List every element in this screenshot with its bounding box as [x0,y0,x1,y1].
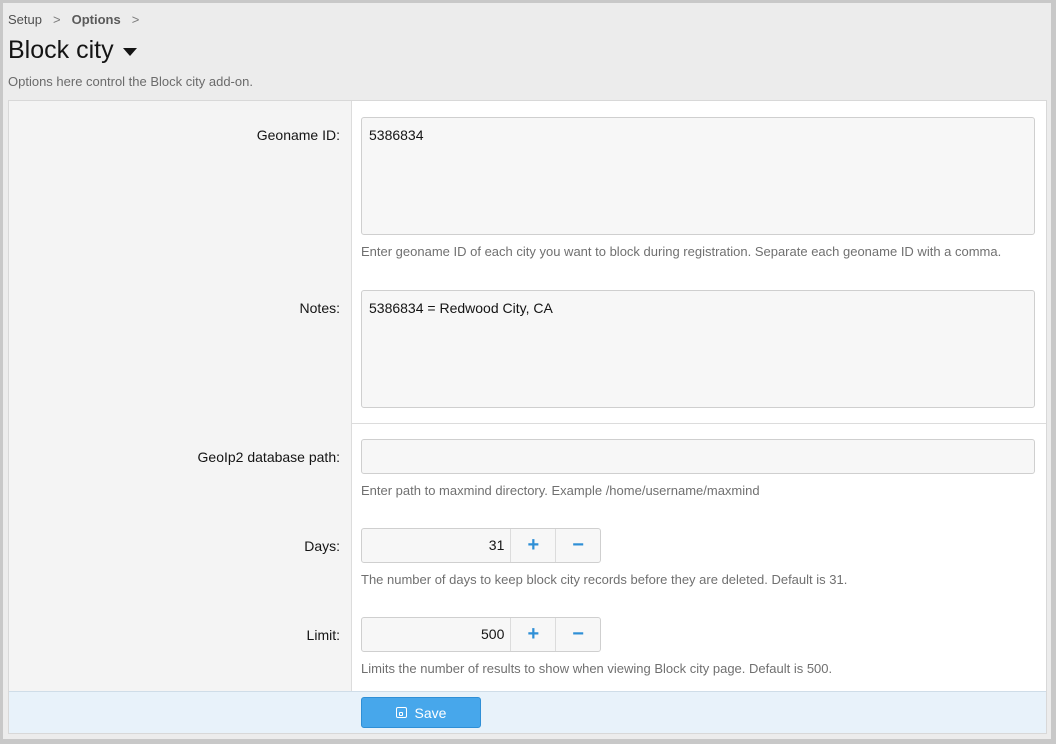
minus-icon: − [572,623,584,645]
chevron-right-icon: > [131,12,140,27]
geoip2-path-label: GeoIp2 database path: [197,449,340,465]
page-frame: Setup > Options > Block city Options her… [3,3,1051,739]
plus-icon: + [527,623,540,645]
caret-down-icon[interactable] [122,48,137,56]
geoname-id-hint: Enter geoname ID of each city you want t… [361,244,1002,259]
days-label: Days: [304,538,340,554]
save-button-label: Save [414,704,447,721]
breadcrumb-options[interactable]: Options [72,12,121,27]
page-title[interactable]: Block city [8,36,137,65]
days-hint: The number of days to keep block city re… [361,572,848,587]
section-divider [351,423,1046,424]
days-decrement-button[interactable]: − [555,529,600,562]
form-footer: Save [9,691,1046,733]
geoname-id-label: Geoname ID: [256,127,340,143]
days-increment-button[interactable]: + [511,529,555,562]
breadcrumb: Setup > Options > [8,12,150,27]
limit-stepper: 500 + − [361,617,601,652]
options-form: Geoname ID: 5386834 Enter geoname ID of … [8,100,1047,734]
geoip2-path-input[interactable] [361,439,1035,474]
save-button[interactable]: Save [361,697,481,728]
page-title-text: Block city [8,36,114,64]
geoip2-path-hint: Enter path to maxmind directory. Example… [361,483,760,498]
days-stepper: 31 + − [361,528,601,563]
label-column [9,101,352,691]
days-input[interactable]: 31 [362,529,512,562]
breadcrumb-setup[interactable]: Setup [8,12,42,27]
geoname-id-textarea[interactable]: 5386834 [361,117,1035,235]
page-description: Options here control the Block city add-… [8,74,253,89]
notes-label: Notes: [299,300,340,316]
chevron-right-icon: > [52,12,61,27]
save-icon [395,707,407,718]
limit-input[interactable]: 500 [362,618,512,651]
limit-hint: Limits the number of results to show whe… [361,661,833,676]
notes-textarea[interactable]: 5386834 = Redwood City, CA [361,290,1035,408]
limit-decrement-button[interactable]: − [555,618,600,651]
limit-increment-button[interactable]: + [511,618,555,651]
minus-icon: − [572,534,584,556]
limit-label: Limit: [306,627,340,643]
plus-icon: + [527,534,540,556]
